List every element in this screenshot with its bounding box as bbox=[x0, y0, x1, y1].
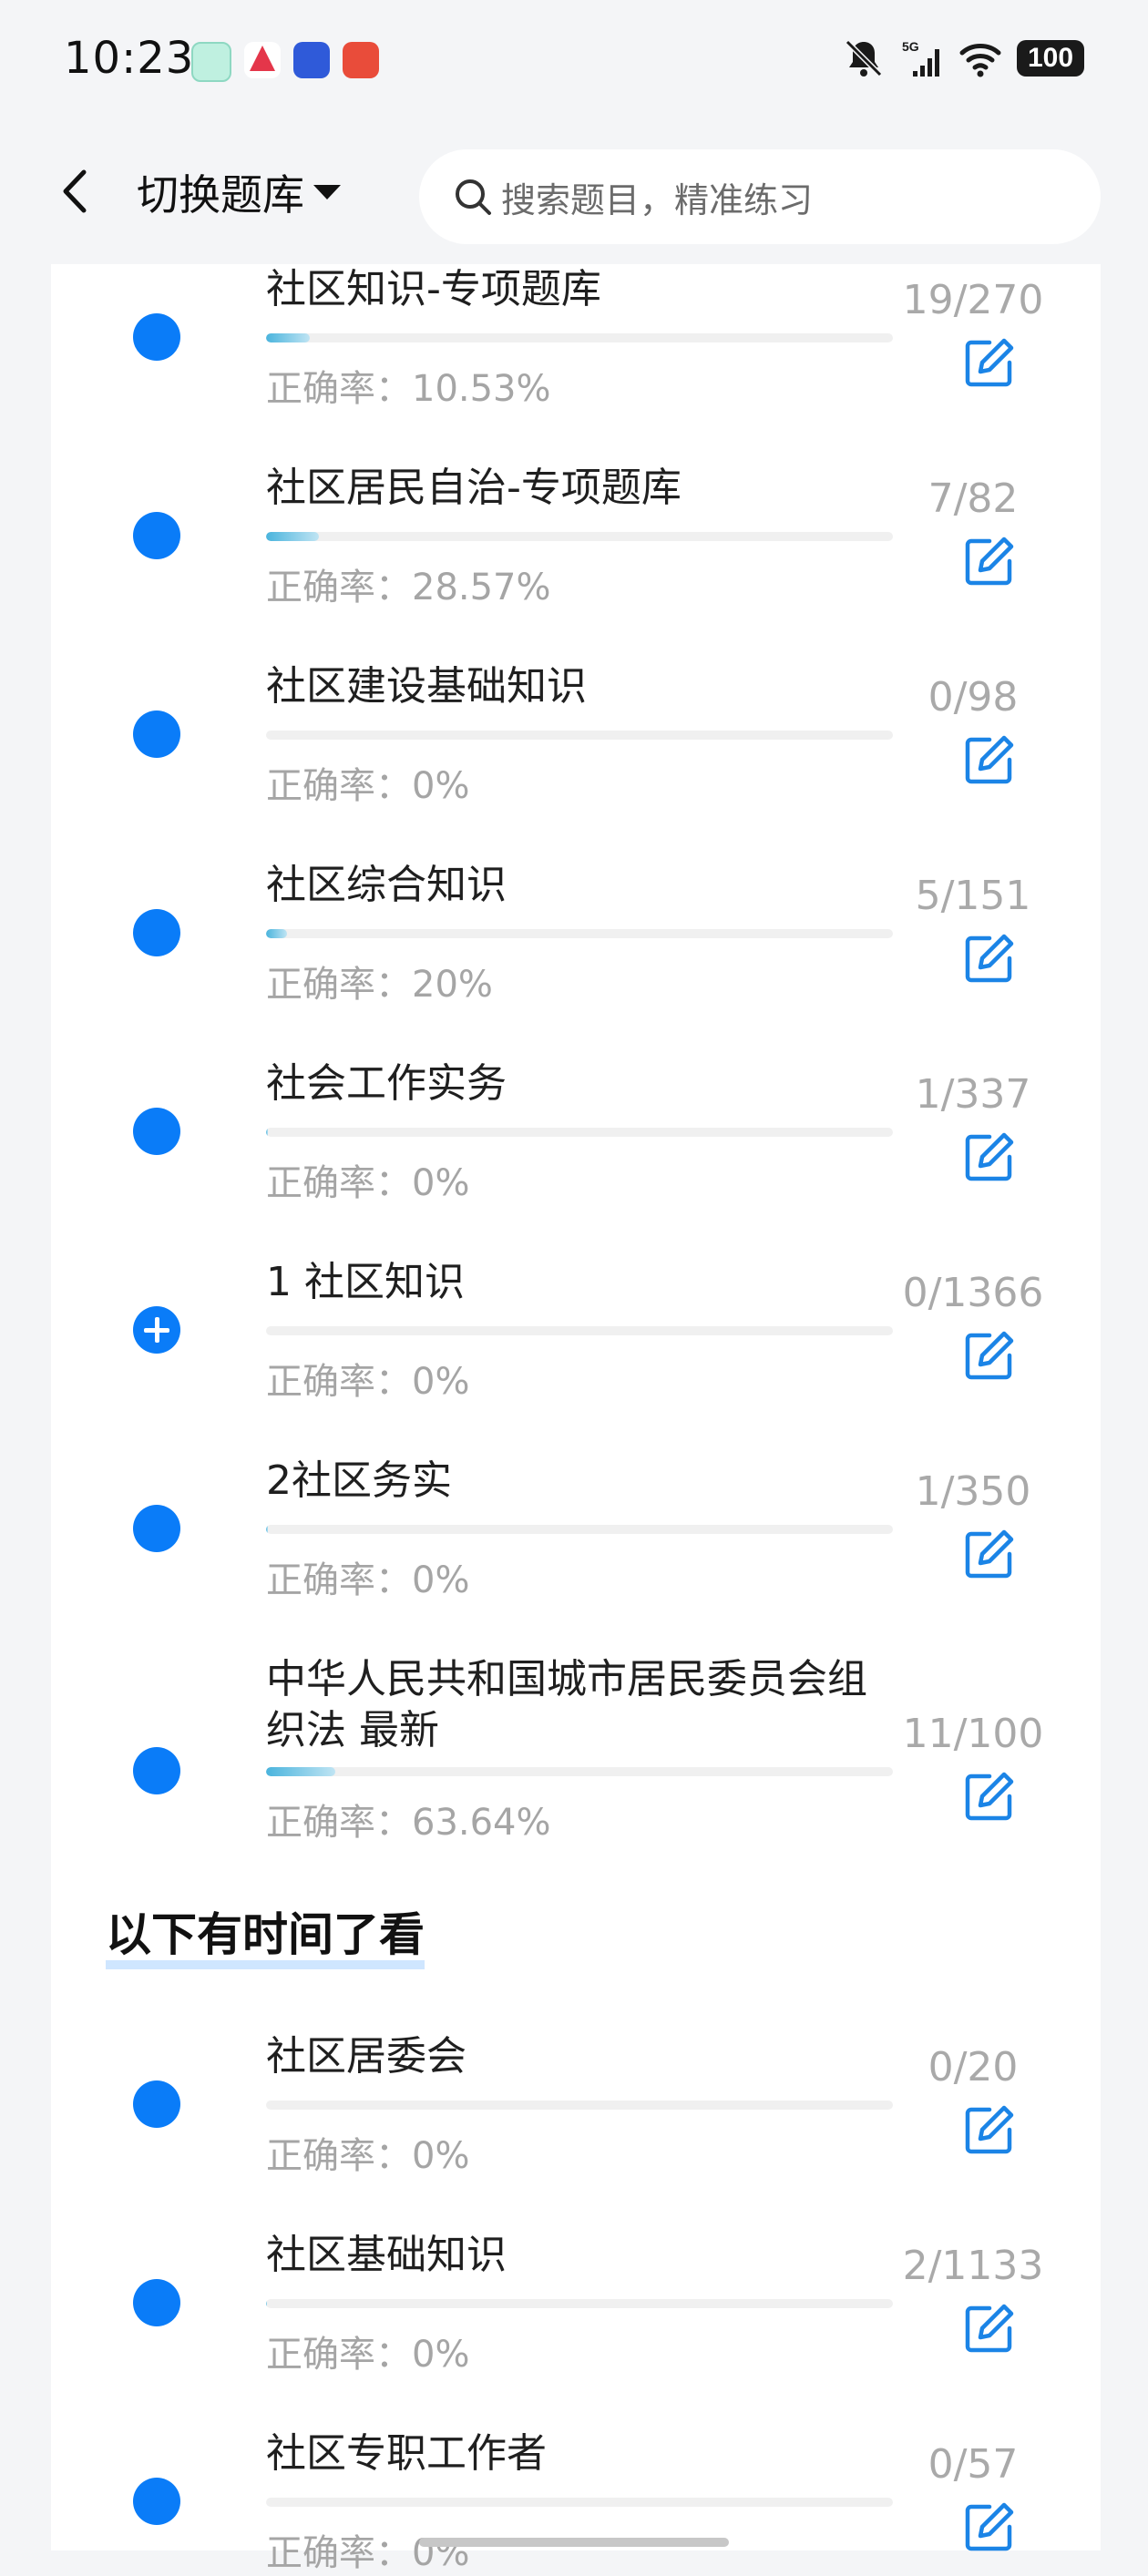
home-indicator[interactable] bbox=[419, 2538, 729, 2547]
progress-track bbox=[266, 532, 893, 541]
progress-track bbox=[266, 2498, 893, 2507]
edit-icon[interactable] bbox=[962, 2499, 1017, 2554]
progress-count: 0/20 bbox=[928, 2044, 1019, 2090]
accuracy-label: 正确率：28.57% bbox=[266, 567, 551, 608]
back-arrow-icon bbox=[63, 169, 87, 213]
accuracy-label: 正确率：0% bbox=[266, 2334, 470, 2376]
switch-bank-dropdown[interactable]: 切换题库 bbox=[137, 162, 343, 222]
status-dot bbox=[133, 1108, 180, 1155]
status-app-icons bbox=[191, 42, 379, 82]
progress-fill bbox=[266, 1525, 269, 1534]
item-title: 社区居委会 bbox=[266, 2033, 466, 2080]
progress-track bbox=[266, 1128, 893, 1137]
edit-icon[interactable] bbox=[962, 2301, 1017, 2356]
progress-track bbox=[266, 333, 893, 342]
status-time: 10:23 bbox=[64, 33, 195, 84]
progress-count: 19/270 bbox=[902, 277, 1044, 323]
progress-count: 1/337 bbox=[915, 1071, 1031, 1118]
progress-count: 0/1366 bbox=[902, 1270, 1044, 1316]
accuracy-label: 正确率：0% bbox=[266, 765, 470, 807]
status-right: 5G 100 bbox=[842, 36, 1084, 80]
progress-track bbox=[266, 929, 893, 938]
edit-icon[interactable] bbox=[962, 534, 1017, 588]
progress-track bbox=[266, 2299, 893, 2308]
item-title: 社区知识-专项题库 bbox=[266, 266, 601, 312]
edit-icon[interactable] bbox=[962, 1328, 1017, 1383]
progress-fill bbox=[266, 929, 287, 938]
item-title: 社区专职工作者 bbox=[266, 2430, 547, 2477]
progress-count: 5/151 bbox=[915, 873, 1031, 919]
accuracy-label: 正确率：20% bbox=[266, 964, 493, 1006]
progress-count: 1/350 bbox=[915, 1468, 1031, 1515]
status-dot bbox=[133, 710, 180, 758]
edit-icon[interactable] bbox=[962, 1130, 1017, 1184]
accuracy-label: 正确率：0% bbox=[266, 2135, 470, 2177]
app-notification-icon bbox=[343, 42, 379, 78]
back-button[interactable] bbox=[49, 164, 104, 219]
progress-count: 2/1133 bbox=[902, 2243, 1044, 2289]
section-title: 以下有时间了看 bbox=[106, 1898, 425, 1969]
status-bar: 10:23 5G 100 bbox=[0, 0, 1148, 128]
question-bank-list: 社区知识-专项题库 正确率：10.53% 19/270 社区居民自治-专项题库 … bbox=[51, 264, 1101, 2574]
caret-down-icon bbox=[313, 185, 341, 199]
bell-off-icon bbox=[845, 39, 883, 77]
app-notification-icon bbox=[191, 42, 231, 82]
wifi-icon bbox=[959, 44, 1001, 77]
status-dot bbox=[133, 2279, 180, 2326]
status-dot bbox=[133, 2080, 180, 2128]
progress-count: 11/100 bbox=[902, 1711, 1044, 1757]
progress-fill bbox=[266, 2299, 268, 2308]
edit-icon[interactable] bbox=[962, 931, 1017, 986]
item-title: 1 社区知识 bbox=[266, 1259, 465, 1305]
accuracy-label: 正确率：0% bbox=[266, 1361, 470, 1403]
switch-bank-label: 切换题库 bbox=[137, 170, 304, 220]
edit-icon[interactable] bbox=[962, 1769, 1017, 1824]
accuracy-label: 正确率：10.53% bbox=[266, 368, 551, 410]
item-title: 中华人民共和国城市居民委员会组织法 最新 bbox=[266, 1656, 867, 1754]
accuracy-label: 正确率：0% bbox=[266, 1162, 470, 1204]
progress-track bbox=[266, 1525, 893, 1534]
edit-icon[interactable] bbox=[962, 732, 1017, 787]
status-dot bbox=[133, 909, 180, 956]
accuracy-label: 正确率：0% bbox=[266, 2532, 470, 2574]
accuracy-label: 正确率：0% bbox=[266, 1559, 470, 1601]
item-title: 社区基础知识 bbox=[266, 2232, 507, 2278]
battery-indicator: 100 bbox=[1017, 40, 1084, 77]
app-notification-icon bbox=[293, 42, 330, 78]
edit-icon[interactable] bbox=[962, 335, 1017, 390]
progress-fill bbox=[266, 1767, 335, 1776]
status-dot bbox=[133, 313, 180, 361]
search-placeholder: 搜索题目，精准练习 bbox=[501, 179, 814, 220]
progress-fill bbox=[266, 333, 311, 342]
edit-icon[interactable] bbox=[962, 2102, 1017, 2157]
accuracy-label: 正确率：63.64% bbox=[266, 1802, 551, 1844]
progress-track bbox=[266, 2101, 893, 2110]
progress-track bbox=[266, 731, 893, 740]
status-dot bbox=[133, 1747, 180, 1794]
network-label: 5G bbox=[902, 39, 919, 54]
progress-fill bbox=[266, 1128, 269, 1137]
progress-count: 0/98 bbox=[928, 674, 1019, 721]
search-icon bbox=[456, 179, 491, 215]
item-title: 社区居民自治-专项题库 bbox=[266, 465, 682, 511]
item-title: 社区建设基础知识 bbox=[266, 663, 587, 710]
expand-plus-icon[interactable] bbox=[133, 1306, 180, 1354]
status-dot bbox=[133, 512, 180, 559]
progress-track bbox=[266, 1767, 893, 1776]
progress-count: 0/57 bbox=[928, 2441, 1019, 2488]
status-dot bbox=[133, 1505, 180, 1552]
signal-5g-icon: 5G bbox=[902, 39, 939, 77]
progress-fill bbox=[266, 532, 320, 541]
app-notification-icon bbox=[244, 42, 281, 78]
header: 切换题库 搜索题目，精准练习 bbox=[0, 128, 1148, 264]
search-input[interactable]: 搜索题目，精准练习 bbox=[419, 149, 1101, 244]
item-title: 社会工作实务 bbox=[266, 1060, 507, 1107]
item-title: 社区综合知识 bbox=[266, 862, 507, 908]
item-title: 2社区务实 bbox=[266, 1457, 452, 1504]
edit-icon[interactable] bbox=[962, 1527, 1017, 1581]
status-dot bbox=[133, 2478, 180, 2525]
progress-track bbox=[266, 1326, 893, 1335]
progress-count: 7/82 bbox=[928, 475, 1019, 522]
